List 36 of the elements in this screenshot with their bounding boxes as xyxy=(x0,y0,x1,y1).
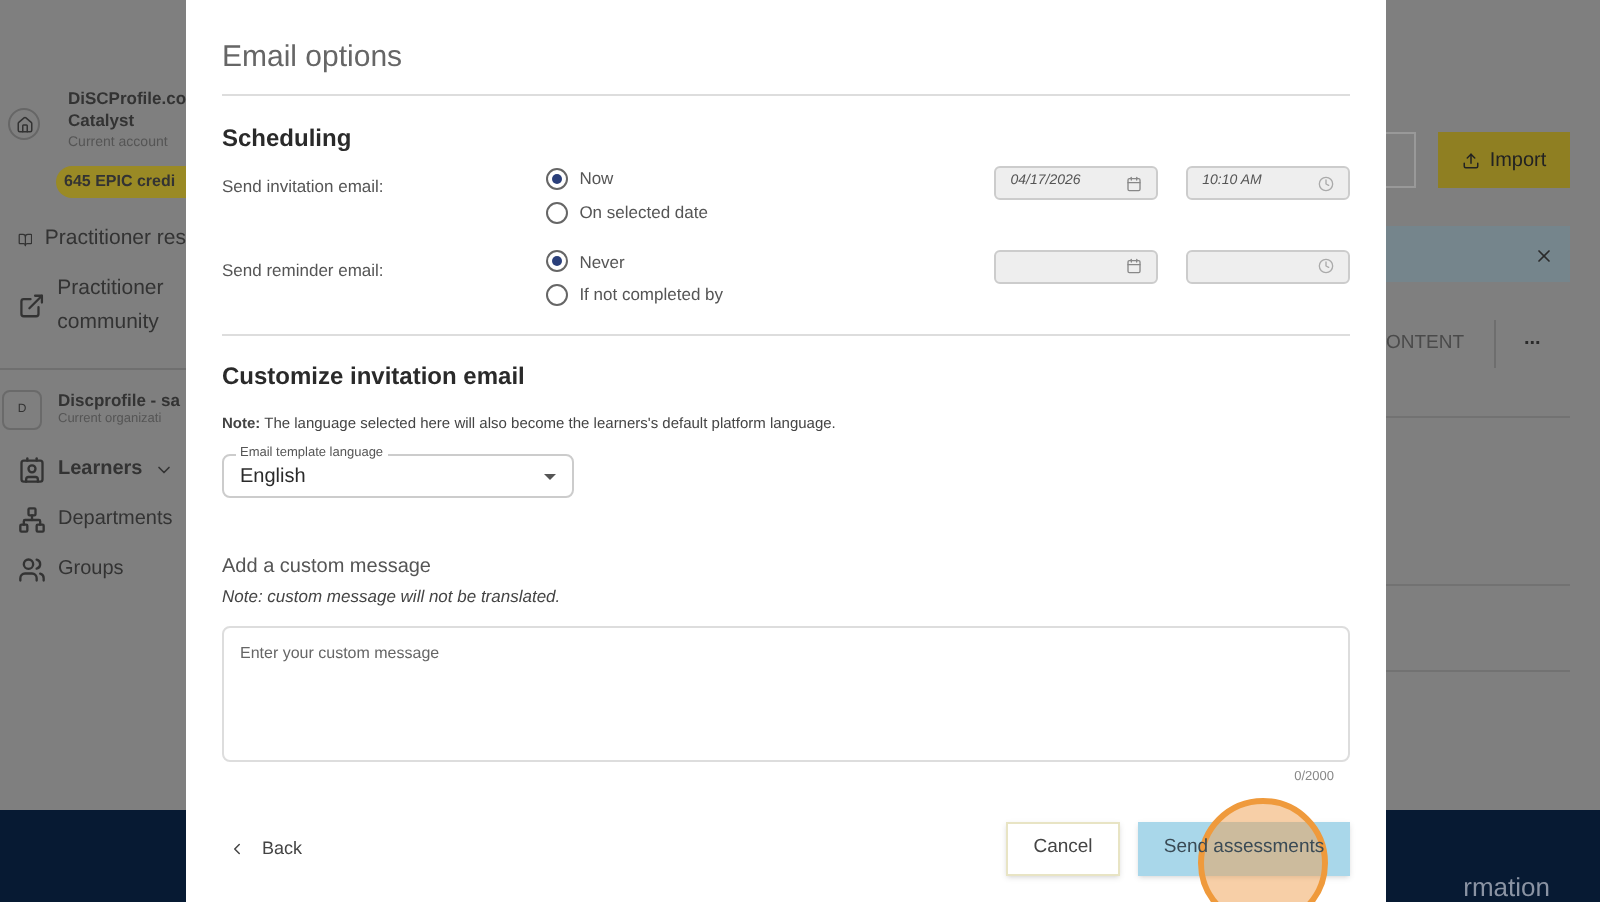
message-title: Add a custom message xyxy=(222,554,433,583)
radio-option[interactable]: On selected date xyxy=(545,199,995,225)
contact-card-icon xyxy=(18,455,46,483)
footer-text: rmation xyxy=(1463,874,1550,902)
radio-option[interactable]: If not completed by xyxy=(545,282,995,308)
home-button[interactable] xyxy=(8,108,40,140)
account-plan: Catalyst xyxy=(68,110,137,132)
clock-icon xyxy=(1318,258,1334,274)
upload-icon xyxy=(1461,151,1480,169)
clock-icon xyxy=(1318,175,1334,191)
calendar-icon xyxy=(1126,258,1143,274)
hierarchy-icon xyxy=(18,505,46,533)
radio-option[interactable]: Now xyxy=(545,166,995,192)
calendar-icon xyxy=(1126,175,1143,191)
people-icon xyxy=(18,555,46,583)
external-link-icon xyxy=(18,292,46,320)
field-label: Send invitation email: xyxy=(222,174,386,200)
organization-name: Discprofile - sa xyxy=(58,390,180,410)
section-title: Customize invitation email xyxy=(222,360,527,394)
credits-badge: 645 EPIC credi xyxy=(56,166,186,198)
time-field[interactable] xyxy=(1186,249,1350,283)
message-note: Note: custom message will not be translated. xyxy=(222,584,563,610)
account-name: DiSCProfile.co xyxy=(68,88,187,110)
close-icon[interactable] xyxy=(1534,246,1554,266)
section-title: Scheduling xyxy=(222,122,354,156)
dialog-title: Email options xyxy=(222,38,405,78)
chevron-left-icon xyxy=(228,839,246,858)
date-field[interactable] xyxy=(994,249,1159,283)
back-button[interactable]: Back xyxy=(228,835,303,862)
field-label: Send reminder email: xyxy=(222,257,386,283)
cancel-button[interactable]: Cancel xyxy=(1006,821,1120,876)
home-icon xyxy=(15,115,33,133)
import-button[interactable]: Import xyxy=(1438,132,1570,188)
more-button[interactable]: ... xyxy=(1524,324,1541,354)
message-field[interactable]: Enter your custom message xyxy=(222,626,1350,762)
radio-option[interactable]: Never xyxy=(545,249,995,275)
